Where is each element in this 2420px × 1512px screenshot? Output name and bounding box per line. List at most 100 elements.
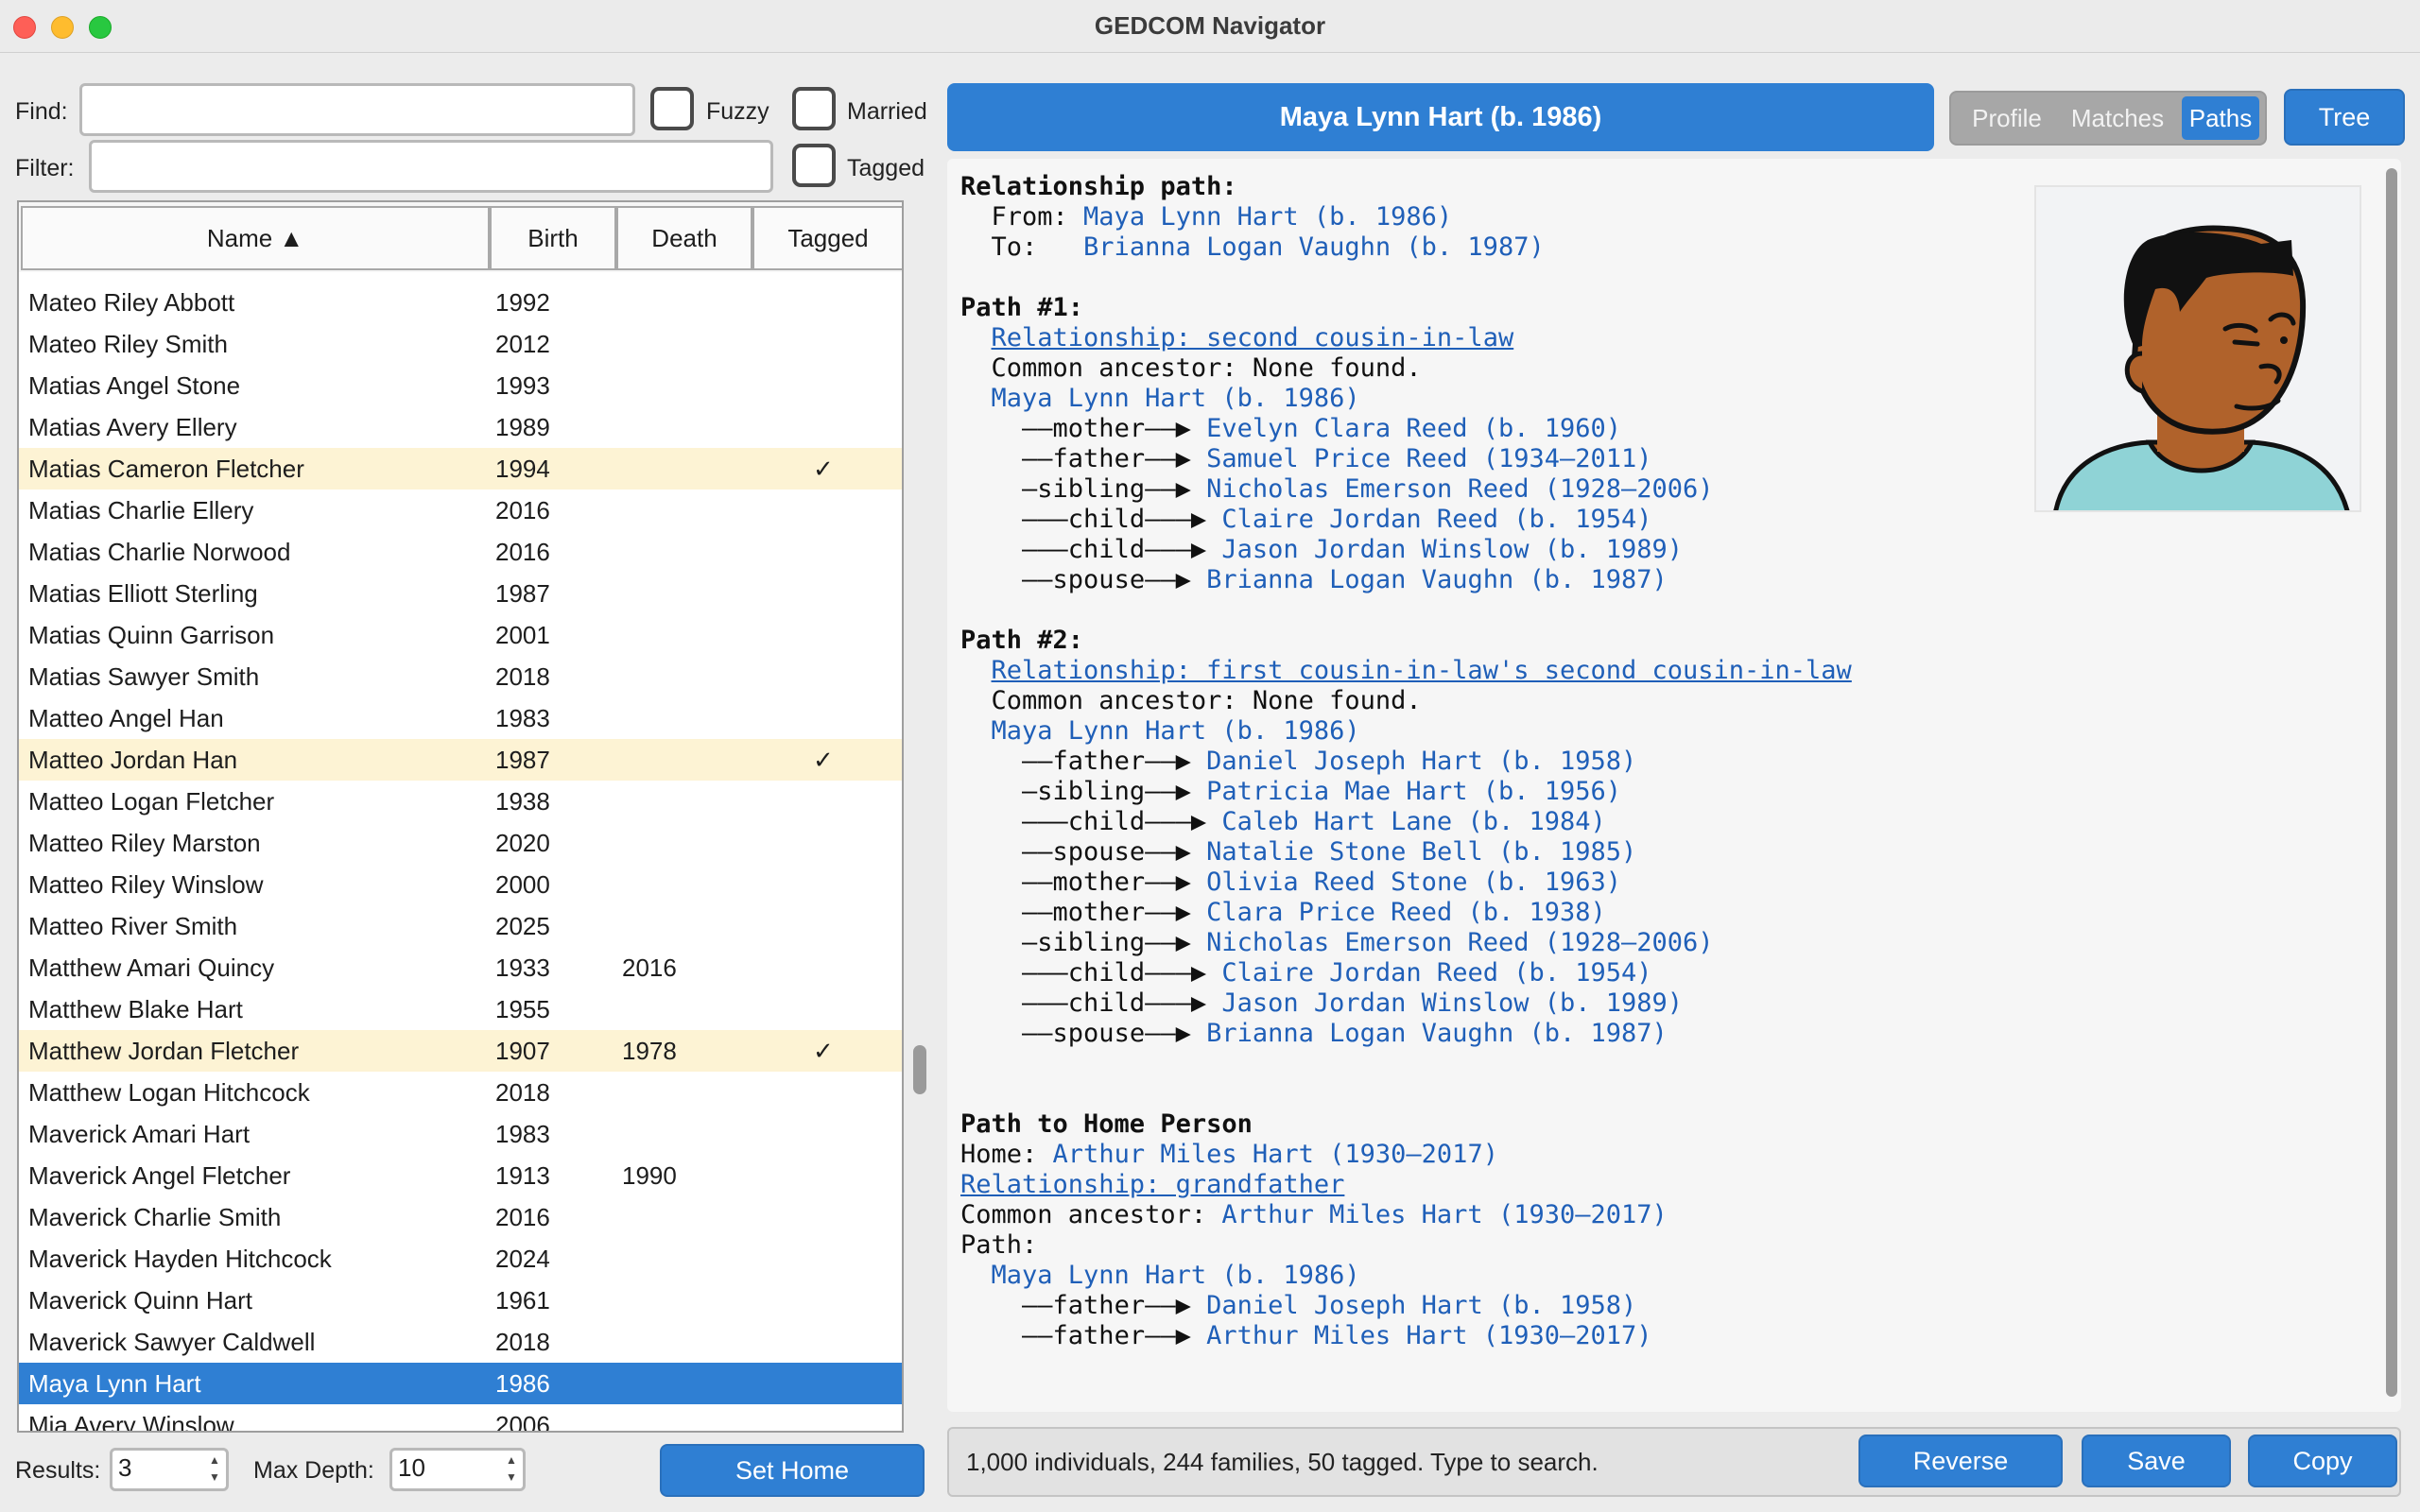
results-stepper[interactable]: 3 ▲ ▼ [110,1448,229,1491]
table-row[interactable]: Matias Avery Ellery 1989 [19,406,902,448]
table-row[interactable]: Mateo Riley Smith 2012 [19,323,902,365]
relationship-link[interactable]: Relationship: grandfather [960,1170,1344,1199]
person-link[interactable]: Arthur Miles Hart (1930–2017) [1206,1321,1651,1350]
table-row[interactable]: Matteo Jordan Han 1987 ✓ [19,739,902,781]
relationship-link[interactable]: Relationship: second cousin-in-law [992,323,1514,352]
person-link[interactable]: Brianna Logan Vaughn (b. 1987) [1083,232,1545,262]
death-cell: 2016 [622,954,677,982]
table-row[interactable]: Matias Charlie Ellery 2016 [19,490,902,531]
path-title: Path #1: [960,293,1084,322]
path-step-line: ——mother——▶ Olivia Reed Stone (b. 1963) [960,868,1621,898]
column-header-tagged[interactable]: Tagged [752,206,902,270]
person-link[interactable]: Arthur Miles Hart (1930–2017) [1221,1200,1667,1229]
person-link[interactable]: Claire Jordan Reed (b. 1954) [1221,505,1651,534]
table-row[interactable]: Maverick Hayden Hitchcock 2024 [19,1238,902,1280]
relationship-link[interactable]: Relationship: first cousin-in-law's seco… [992,656,1852,685]
name-cell: Maverick Angel Fletcher [28,1161,291,1190]
name-cell: Matthew Blake Hart [28,995,243,1023]
person-link[interactable]: Daniel Joseph Hart (b. 1958) [1206,747,1636,776]
table-row[interactable]: Matteo River Smith 2025 [19,905,902,947]
table-scrollbar[interactable] [913,1045,926,1094]
relation-arrow: ———child———▶ [1022,958,1222,988]
person-link[interactable]: Brianna Logan Vaughn (b. 1987) [1206,565,1668,594]
max-depth-stepper[interactable]: 10 ▲ ▼ [389,1448,526,1491]
person-link[interactable]: Nicholas Emerson Reed (1928–2006) [1206,928,1713,957]
find-input[interactable] [79,83,635,136]
increment-icon[interactable]: ▲ [205,1452,224,1468]
birth-cell: 1913 [495,1161,550,1190]
person-link[interactable]: Daniel Joseph Hart (b. 1958) [1206,1291,1636,1320]
table-row[interactable]: Matias Angel Stone 1993 [19,365,902,406]
person-link[interactable]: Claire Jordan Reed (b. 1954) [1221,958,1651,988]
tree-button[interactable]: Tree [2284,89,2405,146]
table-row[interactable]: Matias Charlie Norwood 2016 [19,531,902,573]
person-link[interactable]: Maya Lynn Hart (b. 1986) [992,384,1360,413]
to-label: To: [960,232,1084,262]
table-row[interactable]: Matthew Logan Hitchcock 2018 [19,1072,902,1113]
column-header-death[interactable]: Death [616,206,752,270]
tab-paths[interactable]: Paths [2182,96,2259,140]
column-header-birth[interactable]: Birth [490,206,616,270]
person-link[interactable]: Jason Jordan Winslow (b. 1989) [1221,988,1683,1018]
birth-cell: 1907 [495,1037,550,1065]
person-link[interactable]: Maya Lynn Hart (b. 1986) [1083,202,1452,232]
common-ancestor-label: Common ancestor: [960,1200,1222,1229]
filter-input[interactable] [89,140,773,193]
person-link[interactable]: Brianna Logan Vaughn (b. 1987) [1206,1019,1668,1048]
increment-icon[interactable]: ▲ [502,1452,521,1468]
home-line: Home: Arthur Miles Hart (1930–2017) [960,1140,1498,1170]
content-scrollbar[interactable] [2386,168,2397,1397]
table-row[interactable]: Matias Sawyer Smith 2018 [19,656,902,697]
people-table[interactable]: Name ▲ Birth Death Tagged Mateo Riley Ab… [17,200,904,1433]
table-row[interactable]: Matthew Jordan Fletcher 1907 1978 ✓ [19,1030,902,1072]
tab-matches[interactable]: Matches [2057,96,2178,140]
person-link[interactable]: Evelyn Clara Reed (b. 1960) [1206,414,1621,443]
view-tabs: Profile Matches Paths [1949,91,2267,146]
save-button[interactable]: Save [2082,1435,2231,1487]
table-row[interactable]: Matteo Angel Han 1983 [19,697,902,739]
relation-arrow: ——father——▶ [1022,444,1207,473]
person-link[interactable]: Olivia Reed Stone (b. 1963) [1206,868,1621,897]
birth-cell: 1961 [495,1286,550,1314]
tab-profile[interactable]: Profile [1959,96,2055,140]
path-step-line: ——father——▶ Daniel Joseph Hart (b. 1958) [960,1291,1636,1321]
married-checkbox[interactable] [792,87,836,130]
decrement-icon[interactable]: ▼ [502,1469,521,1485]
person-link[interactable]: Arthur Miles Hart (1930–2017) [1053,1140,1498,1169]
table-row[interactable]: Mia Avery Winslow 2006 [19,1404,902,1431]
person-link[interactable]: Maya Lynn Hart (b. 1986) [992,716,1360,746]
copy-button[interactable]: Copy [2248,1435,2397,1487]
table-row[interactable]: Matteo Riley Marston 2020 [19,822,902,864]
column-header-name[interactable]: Name ▲ [21,206,490,270]
person-link[interactable]: Nicholas Emerson Reed (1928–2006) [1206,474,1713,504]
birth-cell: 2016 [495,496,550,524]
person-link[interactable]: Clara Price Reed (b. 1938) [1206,898,1606,927]
table-row[interactable]: Mateo Riley Abbott 1992 [19,282,902,323]
table-row[interactable]: Maverick Amari Hart 1983 [19,1113,902,1155]
person-link[interactable]: Caleb Hart Lane (b. 1984) [1221,807,1605,836]
name-cell: Maya Lynn Hart [28,1369,201,1398]
table-row[interactable]: Maverick Sawyer Caldwell 2018 [19,1321,902,1363]
table-row[interactable]: Matthew Amari Quincy 1933 2016 [19,947,902,988]
person-link[interactable]: Jason Jordan Winslow (b. 1989) [1221,535,1683,564]
person-link[interactable]: Samuel Price Reed (1934–2011) [1206,444,1651,473]
decrement-icon[interactable]: ▼ [205,1469,224,1485]
person-link[interactable]: Patricia Mae Hart (b. 1956) [1206,777,1621,806]
table-row[interactable]: Maverick Quinn Hart 1961 [19,1280,902,1321]
table-row[interactable]: Matteo Riley Winslow 2000 [19,864,902,905]
table-row[interactable]: Maverick Angel Fletcher 1913 1990 [19,1155,902,1196]
person-link[interactable]: Maya Lynn Hart (b. 1986) [992,1261,1360,1290]
reverse-button[interactable]: Reverse [1858,1435,2063,1487]
table-row[interactable]: Matias Quinn Garrison 2001 [19,614,902,656]
table-row[interactable]: Maya Lynn Hart 1986 [19,1363,902,1404]
table-row[interactable]: Matthew Blake Hart 1955 [19,988,902,1030]
set-home-button[interactable]: Set Home [660,1444,925,1497]
table-row[interactable]: Matteo Logan Fletcher 1938 [19,781,902,822]
name-cell: Matias Elliott Sterling [28,579,258,608]
table-row[interactable]: Matias Elliott Sterling 1987 [19,573,902,614]
table-row[interactable]: Matias Cameron Fletcher 1994 ✓ [19,448,902,490]
tagged-checkbox[interactable] [792,144,836,187]
person-link[interactable]: Natalie Stone Bell (b. 1985) [1206,837,1636,867]
fuzzy-checkbox[interactable] [650,87,694,130]
table-row[interactable]: Maverick Charlie Smith 2016 [19,1196,902,1238]
